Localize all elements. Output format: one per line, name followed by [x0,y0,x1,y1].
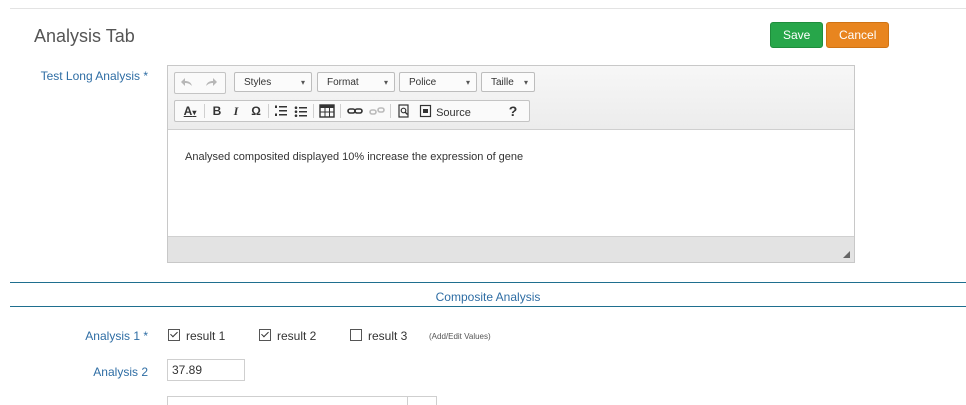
taille-dropdown[interactable]: Taille ▾ [481,72,535,92]
bulleted-list-icon[interactable] [292,102,310,120]
editor-statusbar [168,236,854,262]
section-divider-bottom [10,306,966,307]
undo-redo-group [174,72,226,94]
chevron-down-icon: ▾ [300,78,305,87]
redo-icon[interactable] [200,74,220,92]
unlink-icon[interactable] [367,102,387,120]
editor-text: Analysed composited displayed 10% increa… [185,151,524,163]
result-2-checkbox[interactable]: result 2 [259,329,316,343]
chevron-down-icon: ▾ [523,78,528,87]
taille-dropdown-label: Taille [491,77,514,88]
analysis-2-label: Analysis 2 [93,365,148,379]
help-icon[interactable]: ? [505,102,521,120]
styles-dropdown[interactable]: Styles ▾ [234,72,312,92]
chevron-down-icon: ▾ [383,78,388,87]
section-divider-top [10,282,966,283]
add-edit-values-link[interactable]: (Add/Edit Values) [429,332,491,341]
text-color-icon[interactable]: A▾ [179,102,201,120]
link-icon[interactable] [345,102,365,120]
editor-toolbar: Styles ▾ Format ▾ Police ▾ Taille ▾ A▾ B… [168,66,854,130]
police-dropdown[interactable]: Police ▾ [399,72,477,92]
source-label: Source [436,107,471,119]
format-dropdown-label: Format [327,77,359,88]
chevron-down-icon: ▾ [465,78,470,87]
section-title: Composite Analysis [435,290,541,304]
result-1-label: result 1 [186,329,226,343]
result-3-label: result 3 [368,329,408,343]
bold-icon[interactable]: B [209,102,225,120]
rich-text-editor[interactable]: Styles ▾ Format ▾ Police ▾ Taille ▾ A▾ B… [167,65,855,263]
resize-handle-icon[interactable] [843,251,850,258]
editor-content-area[interactable]: Analysed composited displayed 10% increa… [168,130,854,236]
top-divider [10,8,966,9]
special-char-icon[interactable]: Ω [247,102,265,120]
source-icon [419,104,432,118]
numbered-list-icon[interactable] [272,102,290,120]
checkbox-unchecked-icon [350,329,362,341]
save-button[interactable]: Save [770,22,824,48]
preview-icon[interactable] [395,102,413,120]
result-1-checkbox[interactable]: result 1 [168,329,225,343]
next-field-input[interactable] [167,396,437,405]
italic-icon[interactable]: I [228,102,244,120]
checkbox-checked-icon [168,329,180,341]
format-dropdown[interactable]: Format ▾ [317,72,395,92]
checkbox-checked-icon [259,329,271,341]
styles-dropdown-label: Styles [244,77,272,88]
source-button[interactable]: Source [419,102,479,120]
police-dropdown-label: Police [409,77,437,88]
result-3-checkbox[interactable]: result 3 [350,329,407,343]
formatting-group: A▾ B I Ω Source ? [174,100,530,122]
table-icon[interactable] [317,102,337,120]
long-analysis-label: Test Long Analysis * [40,69,148,83]
undo-icon[interactable] [178,74,198,92]
analysis-2-input[interactable]: 37.89 [167,359,245,381]
analysis-1-label: Analysis 1 * [85,329,148,343]
input-addon-divider [407,397,408,405]
result-2-label: result 2 [277,329,317,343]
page-title: Analysis Tab [34,26,135,46]
cancel-button[interactable]: Cancel [826,22,890,48]
